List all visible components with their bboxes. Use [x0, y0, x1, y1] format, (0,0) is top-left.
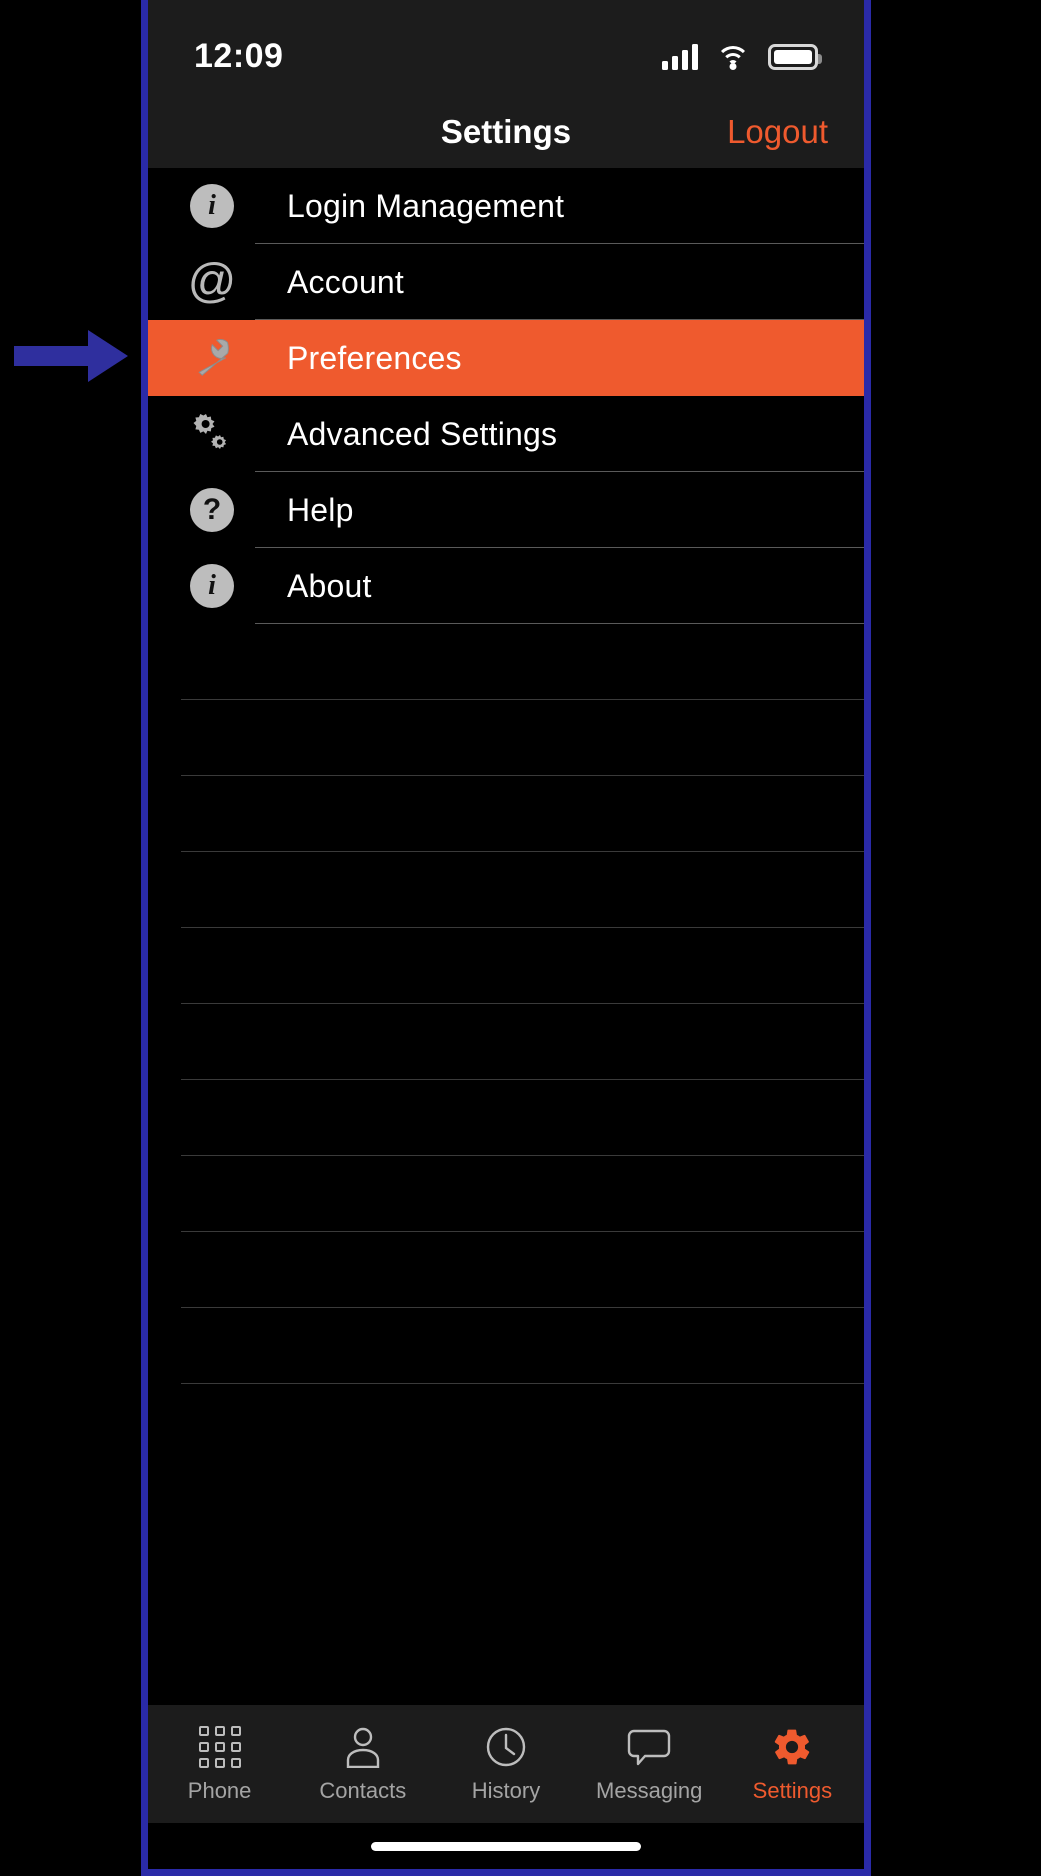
row-separator	[181, 1383, 864, 1384]
phone-screen: 12:09 Settings Logout i Login Management…	[148, 0, 864, 1869]
tab-phone[interactable]: Phone	[148, 1725, 291, 1804]
logout-button[interactable]: Logout	[727, 113, 828, 151]
dialpad-icon	[198, 1725, 241, 1769]
speech-bubble-icon	[627, 1725, 671, 1769]
wrench-icon	[181, 335, 243, 381]
tab-label: History	[471, 1777, 541, 1803]
info-circle-icon: i	[181, 564, 243, 608]
cellular-signal-icon	[662, 43, 698, 70]
info-circle-icon: i	[181, 184, 243, 228]
settings-item-label: Account	[287, 263, 405, 300]
settings-item-login-management[interactable]: i Login Management	[148, 168, 864, 244]
empty-list-rows	[148, 624, 864, 1384]
empty-list-row	[148, 852, 864, 928]
settings-item-label: Preferences	[287, 339, 462, 376]
status-bar-time: 12:09	[194, 37, 284, 75]
empty-list-row	[148, 624, 864, 700]
tab-contacts[interactable]: Contacts	[291, 1725, 434, 1804]
settings-item-help[interactable]: ? Help	[148, 472, 864, 548]
settings-item-label: Help	[287, 491, 354, 528]
question-circle-icon: ?	[181, 488, 243, 532]
settings-item-advanced-settings[interactable]: Advanced Settings	[148, 396, 864, 472]
settings-item-label: About	[287, 567, 372, 604]
person-icon	[343, 1725, 383, 1769]
clock-icon	[485, 1725, 527, 1769]
bottom-tab-bar: Phone Contacts History Messaging Setting…	[148, 1705, 864, 1823]
empty-list-row	[148, 1004, 864, 1080]
tab-settings[interactable]: Settings	[721, 1725, 864, 1804]
settings-item-preferences[interactable]: Preferences	[148, 320, 864, 396]
tab-messaging[interactable]: Messaging	[578, 1725, 721, 1804]
tab-label: Contacts	[319, 1777, 407, 1803]
status-bar-icons	[662, 43, 822, 70]
nav-header: Settings Logout	[148, 95, 864, 168]
tab-history[interactable]: History	[434, 1725, 577, 1804]
empty-list-row	[148, 1080, 864, 1156]
status-bar: 12:09	[148, 0, 864, 95]
empty-list-row	[148, 1232, 864, 1308]
annotation-arrow	[14, 330, 128, 382]
settings-item-account[interactable]: @ Account	[148, 244, 864, 320]
arrow-head	[88, 330, 128, 382]
home-indicator-area	[148, 1823, 864, 1869]
empty-list-row	[148, 776, 864, 852]
tab-label: Settings	[752, 1777, 833, 1803]
empty-list-row	[148, 700, 864, 776]
tab-label: Phone	[187, 1777, 252, 1803]
empty-list-row	[148, 1308, 864, 1384]
settings-item-label: Advanced Settings	[287, 415, 558, 452]
empty-list-row	[148, 1156, 864, 1232]
screenshot-root: 12:09 Settings Logout i Login Management…	[0, 0, 1041, 1876]
tab-label: Messaging	[596, 1777, 703, 1803]
wifi-icon	[716, 44, 750, 70]
gears-icon	[181, 410, 243, 458]
page-title: Settings	[440, 112, 572, 150]
gear-icon	[771, 1725, 813, 1769]
battery-full-icon	[768, 43, 822, 70]
at-sign-icon: @	[187, 255, 237, 308]
home-indicator[interactable]	[371, 1841, 641, 1851]
phone-frame: 12:09 Settings Logout i Login Management…	[141, 0, 871, 1876]
settings-item-about[interactable]: i About	[148, 548, 864, 624]
settings-item-label: Login Management	[287, 187, 565, 224]
arrow-shaft	[14, 346, 92, 366]
settings-menu-list: i Login Management @ Account Preferences…	[148, 168, 864, 1705]
empty-list-row	[148, 928, 864, 1004]
